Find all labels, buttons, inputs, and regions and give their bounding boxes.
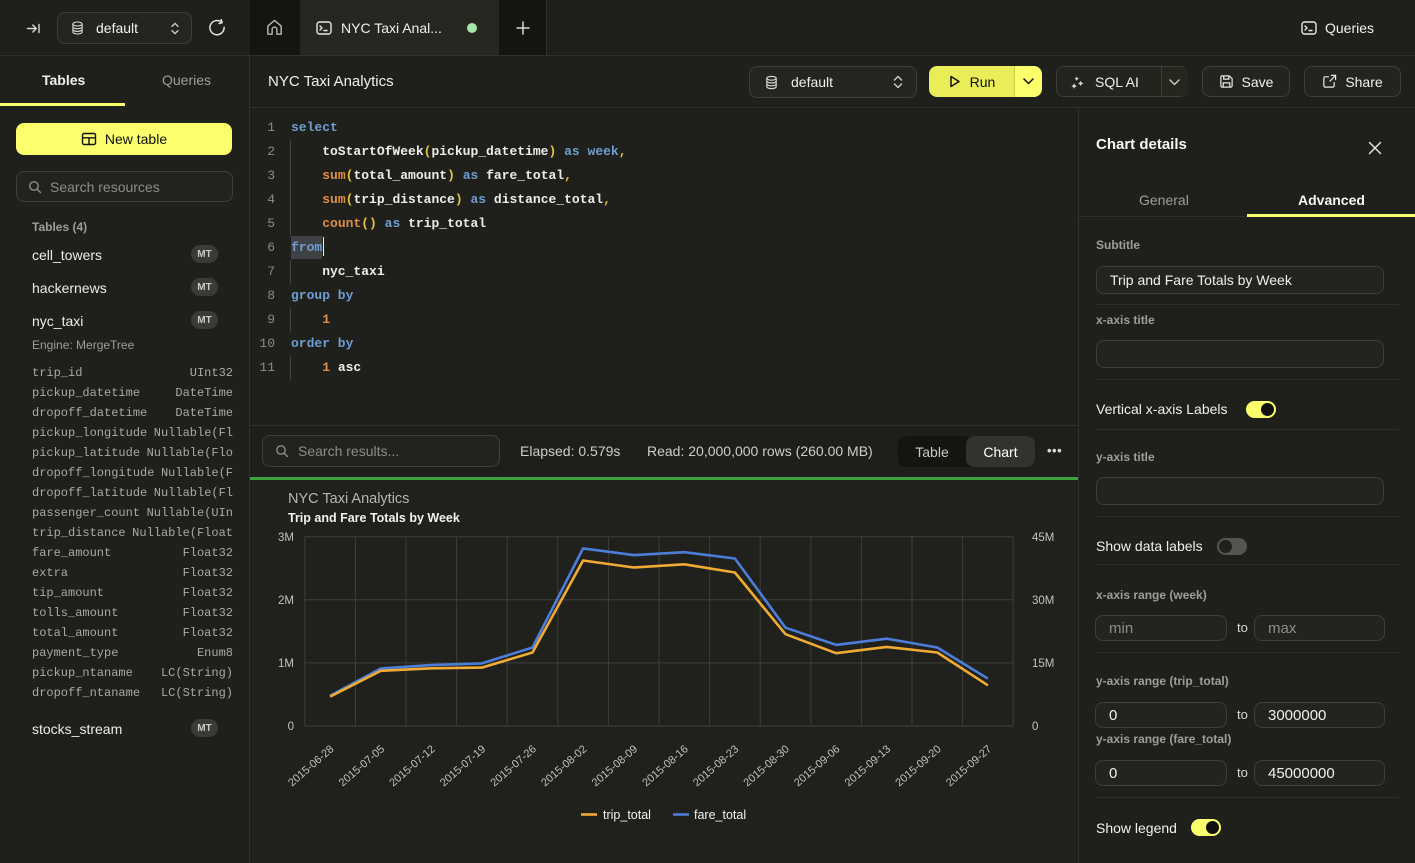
- svg-text:2015-08-23: 2015-08-23: [691, 743, 741, 789]
- svg-text:2015-09-06: 2015-09-06: [792, 743, 842, 789]
- svg-text:2015-08-09: 2015-08-09: [590, 743, 640, 789]
- svg-text:2015-07-12: 2015-07-12: [387, 743, 437, 789]
- svg-text:2015-09-20: 2015-09-20: [893, 743, 943, 789]
- svg-text:2015-06-28: 2015-06-28: [286, 743, 336, 789]
- svg-text:1M: 1M: [278, 658, 294, 670]
- svg-text:2015-08-02: 2015-08-02: [539, 743, 589, 789]
- svg-text:fare_total: fare_total: [694, 808, 746, 822]
- svg-text:2M: 2M: [278, 595, 294, 607]
- svg-text:30M: 30M: [1032, 595, 1054, 607]
- svg-text:0: 0: [1032, 721, 1038, 733]
- svg-text:2015-08-30: 2015-08-30: [742, 743, 792, 789]
- svg-text:2015-09-27: 2015-09-27: [944, 743, 994, 789]
- svg-text:2015-07-26: 2015-07-26: [489, 743, 539, 789]
- svg-text:2015-07-05: 2015-07-05: [337, 743, 387, 789]
- svg-text:3M: 3M: [278, 532, 294, 544]
- svg-text:45M: 45M: [1032, 532, 1054, 544]
- svg-text:2015-09-13: 2015-09-13: [843, 743, 893, 789]
- svg-text:0: 0: [288, 721, 294, 733]
- svg-text:NYC Taxi Analytics: NYC Taxi Analytics: [288, 491, 409, 507]
- svg-text:Trip and Fare Totals by Week: Trip and Fare Totals by Week: [288, 511, 460, 525]
- svg-text:15M: 15M: [1032, 658, 1054, 670]
- svg-text:trip_total: trip_total: [603, 808, 651, 822]
- svg-text:2015-07-19: 2015-07-19: [438, 743, 488, 789]
- svg-text:2015-08-16: 2015-08-16: [640, 743, 690, 789]
